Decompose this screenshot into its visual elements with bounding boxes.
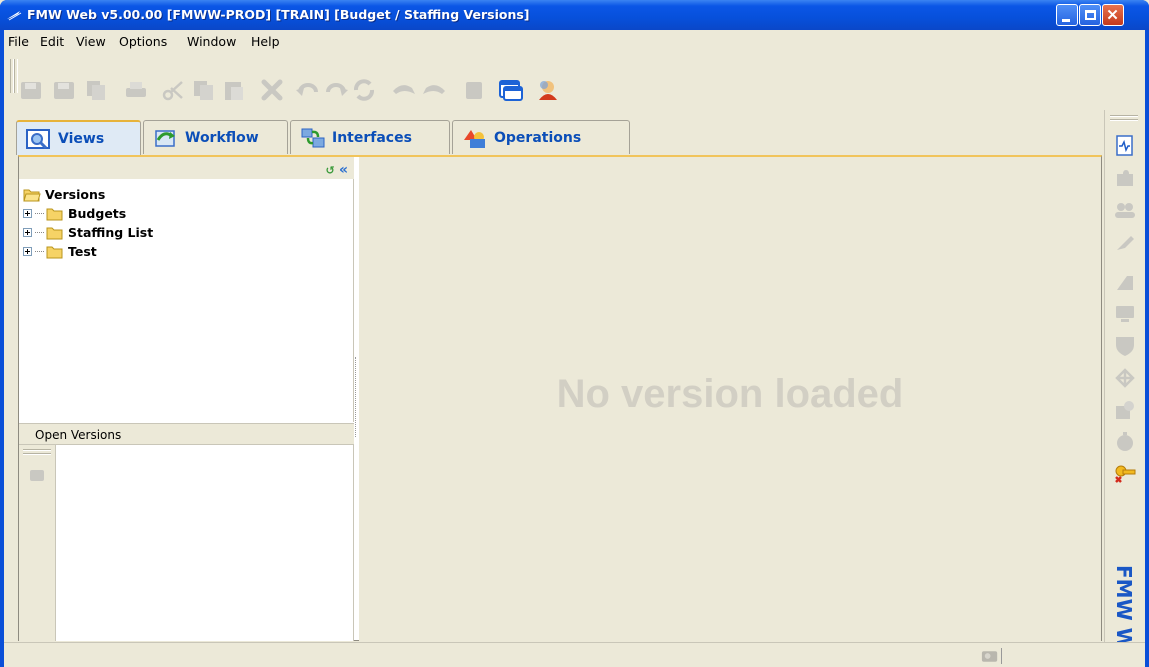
folder-icon xyxy=(46,208,63,221)
checklist-icon[interactable] xyxy=(1113,398,1137,422)
close-button[interactable] xyxy=(1102,4,1124,26)
sidebar-grip-2 xyxy=(23,453,51,455)
window-border-right xyxy=(1145,30,1149,667)
folder-icon xyxy=(46,246,63,259)
network-icon[interactable] xyxy=(1113,366,1137,390)
tree-header: ↺ « xyxy=(19,157,354,179)
expand-icon[interactable] xyxy=(23,247,32,256)
operations-icon xyxy=(464,129,485,148)
menu-bar: File Edit View Options Window Help xyxy=(4,30,1145,52)
menu-edit[interactable]: Edit xyxy=(40,34,64,49)
open-versions-list[interactable] xyxy=(56,445,354,641)
tab-interfaces-label: Interfaces xyxy=(332,129,412,146)
back-icon[interactable] xyxy=(390,78,418,102)
status-indicator-icon xyxy=(981,648,1002,664)
maximize-button[interactable] xyxy=(1079,4,1101,26)
tree-root-label: Versions xyxy=(45,187,106,202)
refresh-icon[interactable] xyxy=(350,78,378,102)
folder-open-icon xyxy=(23,189,41,202)
title-bar[interactable]: FMW Web v5.00.00 [FMWW-PROD] [TRAIN] [Bu… xyxy=(0,0,1149,30)
minimize-button[interactable] xyxy=(1056,4,1078,26)
copy-doc-icon[interactable] xyxy=(82,78,110,102)
folder-icon xyxy=(46,227,63,240)
user-icon[interactable] xyxy=(534,78,562,102)
open-versions-label: Open Versions xyxy=(35,428,122,442)
puzzle-icon[interactable] xyxy=(1113,166,1137,190)
no-version-message: No version loaded xyxy=(556,372,904,416)
users-icon[interactable] xyxy=(1113,198,1137,222)
clock-icon[interactable] xyxy=(1113,430,1137,454)
monitor-icon[interactable] xyxy=(1113,302,1137,326)
expand-icon[interactable] xyxy=(23,209,32,218)
status-bar xyxy=(4,642,1145,667)
menu-help[interactable]: Help xyxy=(251,34,280,49)
calculator-icon[interactable] xyxy=(460,78,488,102)
forward-icon[interactable] xyxy=(420,78,448,102)
save-all-icon[interactable] xyxy=(18,78,46,102)
tool-icon[interactable] xyxy=(1113,230,1137,254)
tab-operations[interactable]: Operations xyxy=(452,120,630,154)
collapse-panel-icon[interactable]: ↺ « xyxy=(326,162,348,178)
report-icon[interactable] xyxy=(1113,134,1137,158)
menu-file[interactable]: File xyxy=(8,34,29,49)
print-icon[interactable] xyxy=(122,78,150,102)
tab-views[interactable]: Views xyxy=(16,120,141,155)
tab-workflow[interactable]: Workflow xyxy=(143,120,288,154)
tree-node-staffing-list[interactable]: Staffing List xyxy=(23,223,153,242)
copy-icon[interactable] xyxy=(190,78,218,102)
pane-splitter[interactable] xyxy=(355,357,358,437)
versions-tree: Versions Budgets Staffing List Test xyxy=(23,185,153,261)
tree-node-test[interactable]: Test xyxy=(23,242,153,261)
cut-icon[interactable] xyxy=(160,78,188,102)
content-area: No version loaded xyxy=(359,157,1101,641)
close-icon xyxy=(1107,9,1118,20)
app-window: FMW Web v5.00.00 [FMWW-PROD] [TRAIN] [Bu… xyxy=(0,0,1149,667)
tab-interfaces[interactable]: Interfaces xyxy=(290,120,450,154)
tree-connector xyxy=(35,213,44,214)
tab-workflow-label: Workflow xyxy=(185,129,259,146)
right-toolbar: FMW W xyxy=(1104,110,1142,650)
delete-icon[interactable] xyxy=(258,78,286,102)
window-icon[interactable] xyxy=(496,78,524,102)
open-versions-sidebar xyxy=(19,445,56,641)
undo-icon[interactable] xyxy=(294,78,322,102)
interfaces-icon xyxy=(301,128,325,147)
minimize-icon xyxy=(1062,19,1070,22)
maximize-icon xyxy=(1085,10,1096,20)
main-panel: ↺ « Versions Budgets Staffing List Test … xyxy=(18,155,1102,641)
stamp-icon[interactable] xyxy=(1113,270,1137,294)
paste-icon[interactable] xyxy=(220,78,248,102)
open-versions-header: Open Versions xyxy=(19,423,354,445)
tree-node-label: Budgets xyxy=(68,206,127,221)
shield-icon[interactable] xyxy=(1113,334,1137,358)
redo-icon[interactable] xyxy=(322,78,350,102)
tree-connector xyxy=(35,251,44,252)
save-icon[interactable] xyxy=(50,78,78,102)
keys-icon[interactable] xyxy=(1113,462,1137,486)
double-chevron-left-icon[interactable]: « xyxy=(339,162,348,178)
right-toolbar-grip[interactable] xyxy=(1110,115,1138,117)
refresh-tree-icon[interactable]: ↺ xyxy=(326,164,335,177)
views-icon xyxy=(26,128,50,149)
tree-root[interactable]: Versions xyxy=(23,185,153,204)
window-title: FMW Web v5.00.00 [FMWW-PROD] [TRAIN] [Bu… xyxy=(27,7,530,22)
brand-vertical-text: FMW W xyxy=(1112,565,1136,650)
workflow-icon xyxy=(155,129,175,147)
menu-view[interactable]: View xyxy=(76,34,106,49)
tab-views-label: Views xyxy=(58,130,105,147)
versions-tree-pane: ↺ « Versions Budgets Staffing List Test xyxy=(19,157,354,422)
tab-operations-label: Operations xyxy=(494,129,582,146)
expand-icon[interactable] xyxy=(23,228,32,237)
tree-connector xyxy=(35,232,44,233)
sidebar-grip[interactable] xyxy=(23,449,51,451)
right-toolbar-grip-2 xyxy=(1110,119,1138,121)
app-logo-icon xyxy=(7,11,22,21)
client-area: File Edit View Options Window Help Views… xyxy=(4,30,1145,667)
tree-node-label: Staffing List xyxy=(68,225,154,240)
open-version-action-icon[interactable] xyxy=(27,467,47,483)
menu-window[interactable]: Window xyxy=(187,34,236,49)
menu-options[interactable]: Options xyxy=(119,34,167,49)
tree-node-budgets[interactable]: Budgets xyxy=(23,204,153,223)
tree-node-label: Test xyxy=(68,244,97,259)
